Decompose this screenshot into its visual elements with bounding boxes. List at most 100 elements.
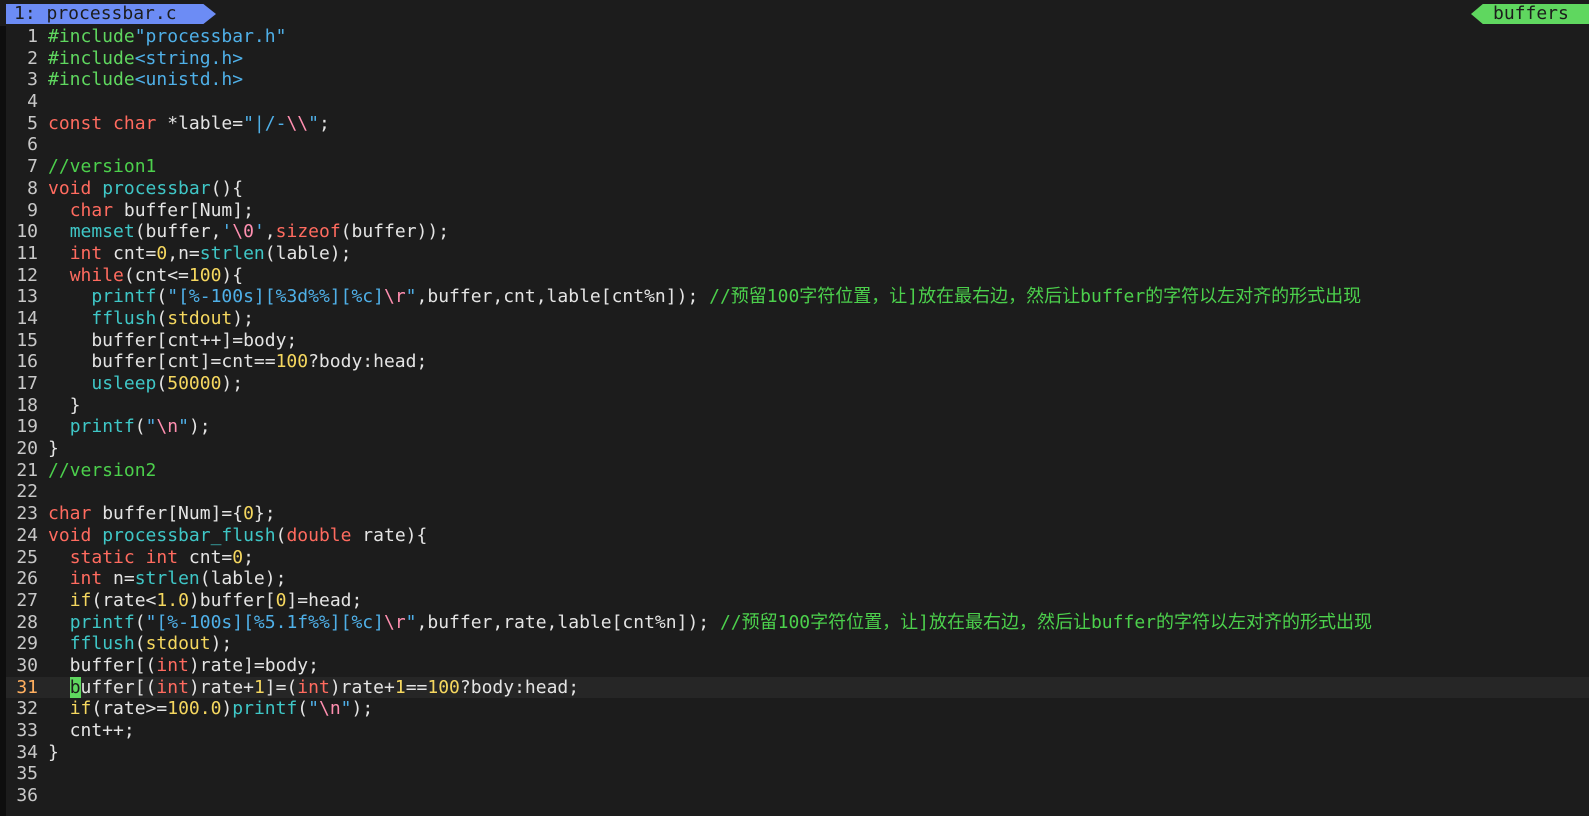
- code-text[interactable]: printf("[%-100s][%5.1f%%][%c]\r",buffer,…: [48, 612, 1372, 634]
- code-line[interactable]: 17 usleep(50000);: [6, 373, 1589, 395]
- code-text[interactable]: int cnt=0,n=strlen(lable);: [48, 242, 352, 265]
- code-line[interactable]: 30 buffer[(int)rate]=body;: [6, 655, 1589, 677]
- code-line[interactable]: 14 fflush(stdout);: [6, 308, 1589, 330]
- code-text[interactable]: }: [48, 395, 81, 417]
- code-text[interactable]: cnt++;: [48, 720, 135, 742]
- tab-processbar-c[interactable]: 1: processbar.c: [6, 4, 216, 24]
- code-text[interactable]: buffer[cnt++]=body;: [48, 330, 297, 352]
- code-line[interactable]: 12 while(cnt<=100){: [6, 265, 1589, 287]
- code-token: void: [48, 177, 92, 199]
- code-line[interactable]: 6: [6, 134, 1589, 156]
- code-line[interactable]: 21 //version2: [6, 460, 1589, 482]
- code-line[interactable]: 11 int cnt=0,n=strlen(lable);: [6, 243, 1589, 265]
- code-line[interactable]: 26 int n=strlen(lable);: [6, 568, 1589, 590]
- code-text[interactable]: buffer[(int)rate]=body;: [48, 655, 319, 677]
- code-line[interactable]: 29 fflush(stdout);: [6, 633, 1589, 655]
- code-line[interactable]: 27 if(rate<1.0)buffer[0]=head;: [6, 590, 1589, 612]
- code-line[interactable]: 7 //version1: [6, 156, 1589, 178]
- code-token: cnt=: [178, 546, 233, 568]
- code-token: printf: [69, 416, 135, 438]
- code-token: 1: [394, 676, 406, 698]
- code-line[interactable]: 9 char buffer[Num];: [6, 200, 1589, 222]
- code-line[interactable]: 25 static int cnt=0;: [6, 547, 1589, 569]
- code-text[interactable]: buffer[cnt]=cnt==100?body:head;: [48, 351, 427, 373]
- code-line[interactable]: 33 cnt++;: [6, 720, 1589, 742]
- code-token: stdout: [167, 307, 233, 329]
- code-text[interactable]: char buffer[Num];: [48, 200, 254, 222]
- code-token: 0: [243, 503, 254, 525]
- code-text[interactable]: }: [48, 742, 59, 764]
- code-text[interactable]: static int cnt=0;: [48, 547, 254, 569]
- line-number: 25: [16, 546, 38, 568]
- code-line[interactable]: 35: [6, 763, 1589, 785]
- code-token: int: [69, 242, 103, 264]
- code-line[interactable]: 2 #include<string.h>: [6, 48, 1589, 70]
- code-line[interactable]: 18 }: [6, 395, 1589, 417]
- line-number: 18: [16, 394, 38, 416]
- code-token: //预留100字符位置，让]放在最右边，然后让buffer的字符以左对齐的形式出…: [719, 611, 1372, 633]
- code-text[interactable]: const char *lable="|/-\\";: [48, 113, 330, 135]
- code-line[interactable]: 32 if(rate>=100.0)printf("\n");: [6, 698, 1589, 720]
- code-token: const: [48, 112, 103, 134]
- code-line[interactable]: 8 void processbar(){: [6, 178, 1589, 200]
- code-token: cnt++;: [48, 720, 135, 741]
- code-line[interactable]: 23 char buffer[Num]={0};: [6, 503, 1589, 525]
- code-editor[interactable]: 1 #include"processbar.h" 2 #include<string.…: [6, 26, 1589, 807]
- line-number: 28: [16, 611, 38, 633]
- code-line[interactable]: 15 buffer[cnt++]=body;: [6, 330, 1589, 352]
- code-text[interactable]: #include"processbar.h": [48, 26, 286, 48]
- buffers-indicator[interactable]: buffers: [1471, 4, 1589, 24]
- code-text[interactable]: void processbar_flush(double rate){: [48, 525, 427, 547]
- code-text[interactable]: if(rate>=100.0)printf("\n");: [48, 698, 374, 720]
- code-line[interactable]: 4: [6, 91, 1589, 113]
- code-token: printf: [232, 698, 298, 720]
- code-token: );: [188, 416, 211, 438]
- code-text[interactable]: //version1: [48, 156, 156, 178]
- code-token: ": [308, 698, 319, 720]
- code-token: \r: [383, 286, 406, 308]
- code-text[interactable]: #include<unistd.h>: [48, 69, 243, 91]
- line-number: 20: [16, 438, 38, 460]
- code-line[interactable]: 22: [6, 481, 1589, 503]
- code-token: (rate<: [91, 589, 157, 611]
- code-line[interactable]: 13 printf("[%-100s][%3d%%][%c]\r",buffer…: [6, 286, 1589, 308]
- code-text[interactable]: memset(buffer,'\0',sizeof(buffer));: [48, 221, 449, 243]
- code-text[interactable]: while(cnt<=100){: [48, 265, 243, 287]
- code-token: int: [156, 676, 189, 698]
- code-text[interactable]: //version2: [48, 460, 156, 482]
- code-line[interactable]: 10 memset(buffer,'\0',sizeof(buffer));: [6, 221, 1589, 243]
- code-token: )rate+: [188, 676, 254, 698]
- code-line[interactable]: 28 printf("[%-100s][%5.1f%%][%c]\r",buff…: [6, 612, 1589, 634]
- code-line[interactable]: 31 buffer[(int)rate+1]=(int)rate+1==100?…: [6, 676, 1589, 699]
- code-line[interactable]: 36: [6, 785, 1589, 807]
- code-line[interactable]: 1 #include"processbar.h": [6, 26, 1589, 48]
- code-text[interactable]: }: [48, 438, 59, 460]
- code-token: ,n=: [167, 242, 200, 264]
- code-text[interactable]: if(rate<1.0)buffer[0]=head;: [48, 589, 363, 612]
- line-number: 16: [16, 351, 38, 373]
- code-line[interactable]: 3 #include<unistd.h>: [6, 69, 1589, 91]
- code-token: buffer[Num];: [113, 199, 254, 221]
- code-text[interactable]: buffer[(int)rate+1]=(int)rate+1==100?bod…: [48, 676, 579, 699]
- code-token: )rate+: [329, 676, 395, 698]
- code-line[interactable]: 19 printf("\n");: [6, 416, 1589, 438]
- code-text[interactable]: char buffer[Num]={0};: [48, 503, 276, 525]
- code-line[interactable]: 5 const char *lable="|/-\\";: [6, 113, 1589, 135]
- code-token: while: [69, 264, 124, 286]
- code-line[interactable]: 24 void processbar_flush(double rate){: [6, 525, 1589, 547]
- code-token: (: [297, 698, 309, 720]
- code-text[interactable]: printf("\n");: [48, 416, 211, 438]
- code-text[interactable]: void processbar(){: [48, 178, 243, 200]
- code-text[interactable]: int n=strlen(lable);: [48, 568, 287, 590]
- code-text[interactable]: fflush(stdout);: [48, 308, 254, 330]
- code-text[interactable]: usleep(50000);: [48, 373, 243, 395]
- code-text[interactable]: fflush(stdout);: [48, 633, 233, 655]
- code-text[interactable]: #include<string.h>: [48, 48, 243, 70]
- code-line[interactable]: 16 buffer[cnt]=cnt==100?body:head;: [6, 351, 1589, 373]
- code-line[interactable]: 34}: [6, 742, 1589, 764]
- code-text[interactable]: printf("[%-100s][%3d%%][%c]\r",buffer,cn…: [48, 286, 1361, 308]
- code-line[interactable]: 20}: [6, 438, 1589, 460]
